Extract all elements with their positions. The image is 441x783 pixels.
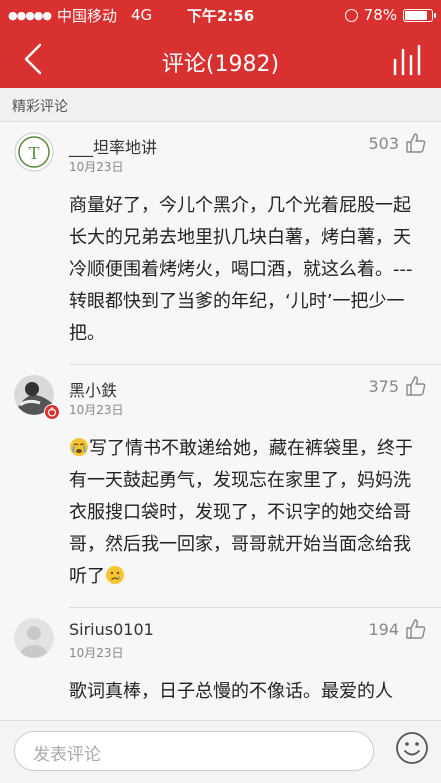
- thumbs-up-icon: [406, 133, 426, 153]
- like-button[interactable]: 375: [368, 375, 427, 397]
- like-count: 503: [368, 133, 399, 153]
- sad-face-icon: [106, 566, 124, 584]
- comment-date: 10月23日: [69, 160, 124, 174]
- battery-icon: [403, 8, 436, 22]
- comment-list[interactable]: T ___坦率地讲 10月23日 503 商量好了，今儿个黑介，几个光着屁股一起…: [0, 122, 441, 720]
- thumbs-up-icon: [406, 376, 426, 396]
- page-title: 评论(1982): [161, 52, 280, 77]
- comment-composer: 发表评论: [0, 720, 441, 783]
- comment-item: 黑小鉄 10月23日 375 写了情书不敢递给她，藏在裤袋里，终于有一天鼓起勇气…: [0, 365, 441, 608]
- comment-input[interactable]: 发表评论: [14, 731, 374, 771]
- comment-username[interactable]: 黑小鉄: [69, 377, 117, 401]
- svg-text:T: T: [29, 143, 40, 163]
- section-header: 精彩评论: [0, 88, 441, 122]
- like-count: 375: [368, 376, 399, 396]
- comment-item: Sirius0101 10月23日 194 歌词真棒，日子总慢的不像话。最爱的人: [0, 608, 441, 708]
- bar-chart-icon[interactable]: [391, 44, 425, 76]
- comment-username[interactable]: Sirius0101: [69, 620, 154, 639]
- status-time: 下午2:56: [186, 6, 255, 25]
- like-count: 194: [368, 619, 399, 639]
- nav-bar: 评论(1982): [0, 30, 441, 88]
- like-button[interactable]: 194: [368, 618, 427, 640]
- status-bar: ●●●●● 中国移动 4G 下午2:56 78%: [0, 0, 441, 30]
- comment-username[interactable]: ___坦率地讲: [69, 134, 157, 158]
- badge-icon: [44, 404, 60, 420]
- avatar[interactable]: T: [14, 132, 54, 172]
- like-button[interactable]: 503: [368, 132, 427, 154]
- avatar[interactable]: [14, 618, 54, 658]
- emoji-icon[interactable]: [395, 731, 429, 765]
- thumbs-up-icon: [406, 619, 426, 639]
- comment-date: 10月23日: [69, 403, 124, 417]
- crying-face-icon: [70, 438, 88, 456]
- comment-date: 10月23日: [69, 646, 124, 660]
- comment-item: T ___坦率地讲 10月23日 503 商量好了，今儿个黑介，几个光着屁股一起…: [0, 122, 441, 365]
